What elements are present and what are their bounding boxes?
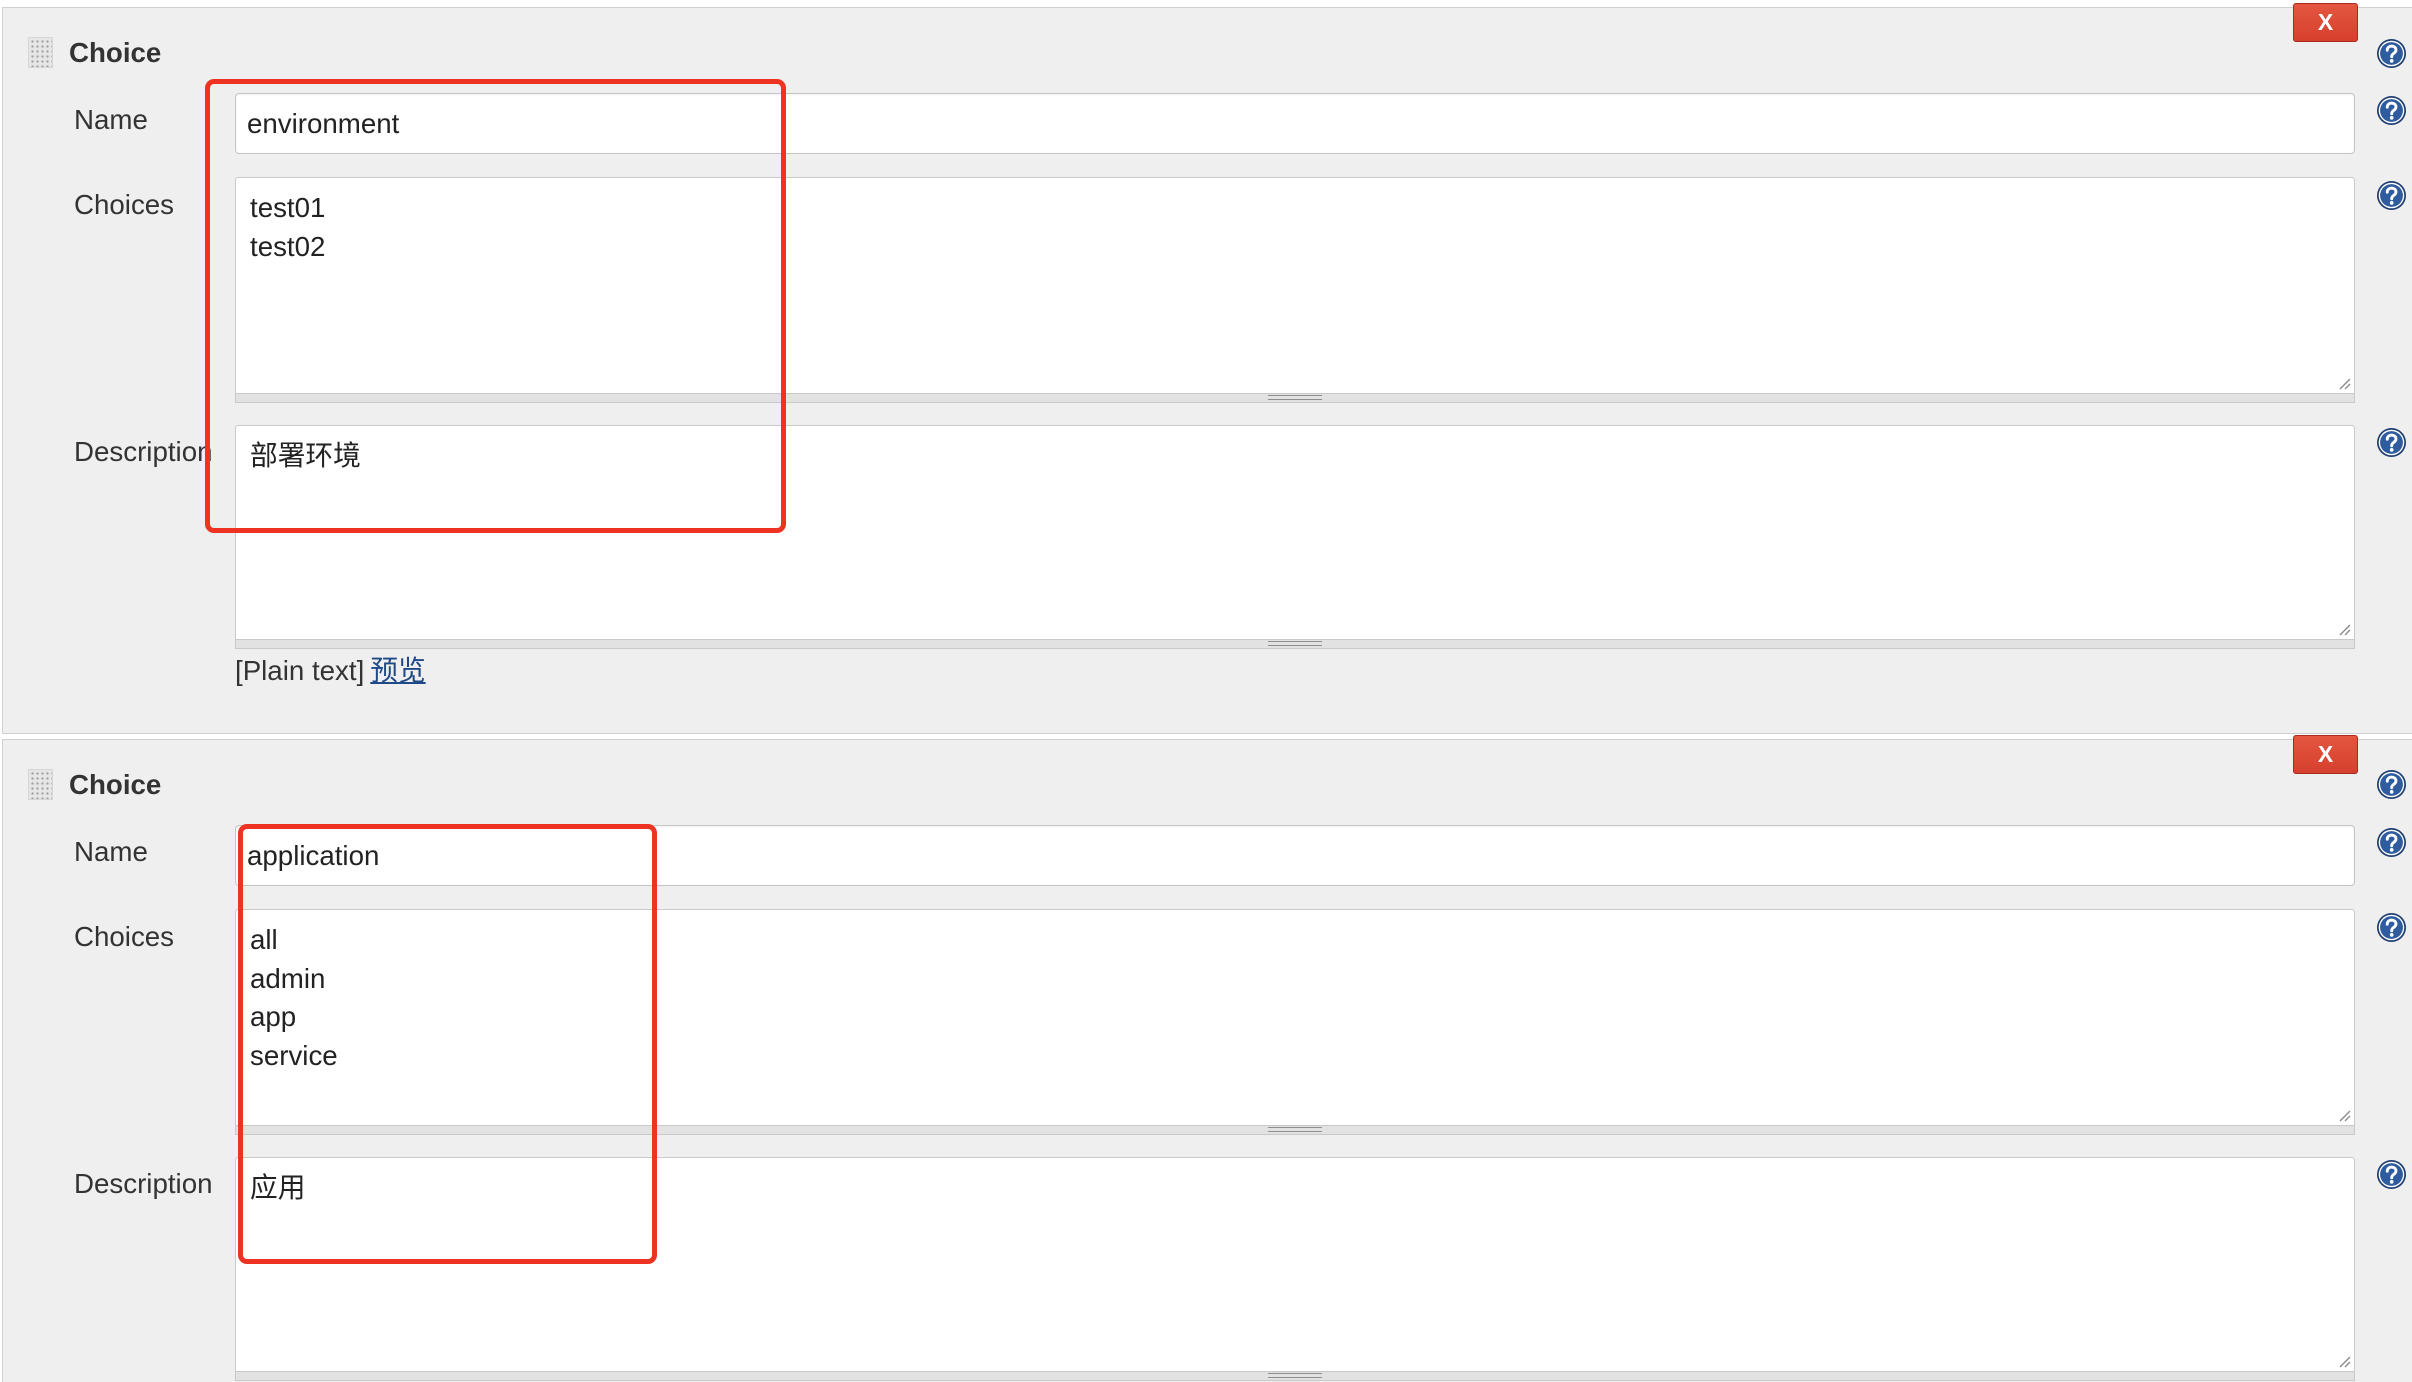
name-label: Name (74, 836, 148, 867)
drag-handle-icon[interactable] (28, 37, 53, 68)
format-label: [Plain text] (235, 655, 365, 686)
textarea-resize-bar (235, 1372, 2355, 1381)
format-line: [Plain text] 预览 (235, 656, 426, 686)
textarea-resize-bar (235, 1126, 2355, 1135)
textarea-resize-bar (235, 640, 2355, 649)
choice-parameter-block: Choice X Name Choices test01 test02 Desc… (2, 3, 2412, 734)
delete-button[interactable]: X (2293, 3, 2358, 42)
help-icon[interactable] (2376, 827, 2407, 858)
resize-grip-icon[interactable] (1268, 395, 1322, 400)
name-input[interactable] (235, 825, 2355, 886)
resize-corner-icon[interactable] (2337, 376, 2351, 390)
resize-grip-icon[interactable] (1268, 1127, 1322, 1132)
block-title: Choice (69, 37, 162, 68)
description-label: Description (74, 436, 213, 467)
resize-corner-icon[interactable] (2337, 622, 2351, 636)
resize-grip-icon[interactable] (1268, 1373, 1322, 1378)
help-icon[interactable] (2376, 912, 2407, 943)
choices-label: Choices (74, 189, 175, 220)
drag-handle-icon[interactable] (28, 769, 53, 800)
resize-grip-icon[interactable] (1268, 641, 1322, 646)
help-icon[interactable] (2376, 1159, 2407, 1190)
description-textarea[interactable]: 应用 (235, 1157, 2355, 1372)
textarea-resize-bar (235, 394, 2355, 403)
help-icon[interactable] (2376, 38, 2407, 69)
name-input[interactable] (235, 93, 2355, 154)
help-icon[interactable] (2376, 427, 2407, 458)
choices-textarea[interactable]: all admin app service (235, 909, 2355, 1126)
name-label: Name (74, 104, 148, 135)
resize-corner-icon[interactable] (2337, 1354, 2351, 1368)
help-icon[interactable] (2376, 180, 2407, 211)
choices-textarea[interactable]: test01 test02 (235, 177, 2355, 394)
block-title: Choice (69, 769, 162, 800)
resize-corner-icon[interactable] (2337, 1108, 2351, 1122)
help-icon[interactable] (2376, 95, 2407, 126)
description-label: Description (74, 1168, 213, 1199)
choice-parameter-block: Choice X Name Choices all admin app serv… (2, 735, 2412, 1382)
delete-button[interactable]: X (2293, 735, 2358, 774)
preview-link[interactable]: 预览 (370, 655, 425, 686)
help-icon[interactable] (2376, 769, 2407, 800)
description-textarea[interactable]: 部署环境 (235, 425, 2355, 640)
choices-label: Choices (74, 921, 175, 952)
